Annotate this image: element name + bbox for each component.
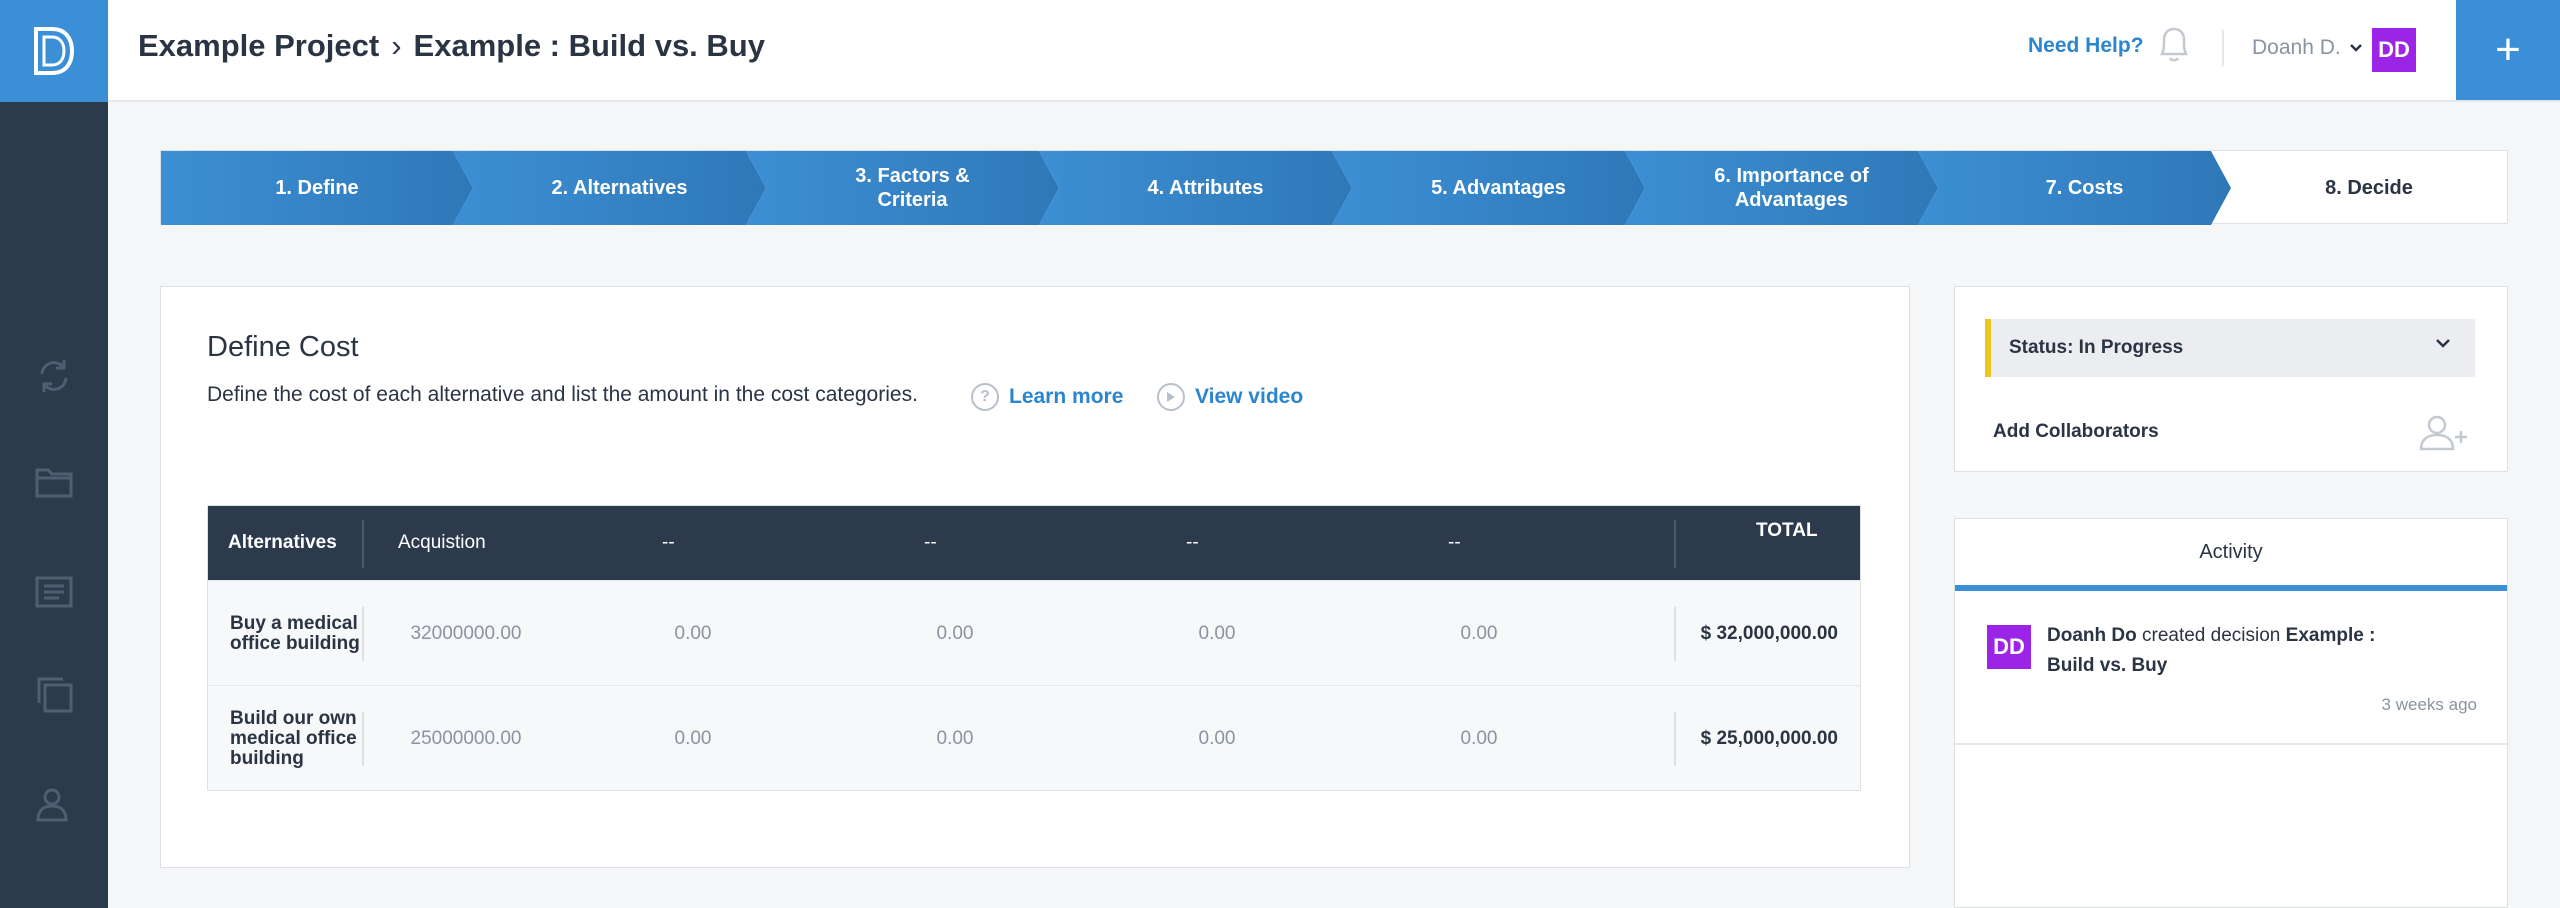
play-icon [1157,383,1185,411]
step-importance-of-advantages[interactable]: 6. Importance of Advantages [1645,151,1938,225]
define-cost-card: Define Cost Define the cost of each alte… [160,286,1910,868]
list-icon[interactable] [30,568,78,616]
cost-input[interactable]: 0.00 [628,617,758,651]
folder-icon[interactable] [30,458,78,506]
app-logo[interactable] [0,0,108,102]
col-acquisition: Acquistion [398,532,486,553]
alternative-name: Build our own medical office building [230,707,357,769]
learn-more-link[interactable]: ? Learn more [971,383,1123,411]
step-decide[interactable]: 8. Decide [2231,151,2507,225]
user-menu[interactable]: Doanh D. [2252,36,2363,60]
user-avatar[interactable]: DD [2372,28,2416,72]
cost-input[interactable]: 0.00 [628,722,758,756]
add-user-icon[interactable] [2417,413,2473,453]
header-divider [362,520,364,568]
cost-input[interactable]: 0.00 [890,722,1020,756]
header-divider [1674,520,1676,568]
cost-input[interactable]: 0.00 [1152,722,1282,756]
activity-actor: Doanh Do [2047,625,2137,646]
breadcrumb: Example Project › Example : Build vs. Bu… [138,28,765,64]
table-row: Build our own medical office building 25… [208,685,1860,790]
need-help-link[interactable]: Need Help? [2028,34,2144,58]
add-button[interactable]: + [2456,0,2560,100]
step-attributes[interactable]: 4. Attributes [1059,151,1352,225]
users-icon[interactable] [30,780,78,828]
cost-input[interactable]: 0.00 [1152,617,1282,651]
status-label: Status: In Progress [2009,337,2184,358]
step-costs[interactable]: 7. Costs [1938,151,2231,225]
cost-table: Alternatives Acquistion -- -- -- -- TOTA… [207,505,1861,791]
activity-panel: Activity DD Doanh Do created decision Ex… [1954,518,2508,908]
col-cost-5: -- [1448,532,1461,553]
cost-input[interactable]: 32000000.00 [408,617,524,651]
chevron-down-icon [2436,339,2450,348]
header-divider [2222,30,2224,66]
col-cost-2: -- [662,532,675,553]
learn-more-label: Learn more [1009,385,1124,408]
activity-avatar: DD [1987,625,2031,669]
activity-entry: Doanh Do created decision Example : Buil… [2047,621,2427,681]
copy-icon[interactable] [30,670,78,718]
step-alternatives[interactable]: 2. Alternatives [473,151,766,225]
cost-input[interactable]: 0.00 [1414,617,1544,651]
alternative-name: Buy a medical office building [230,612,360,654]
col-cost-3: -- [924,532,937,553]
status-dropdown[interactable]: Status: In Progress [1985,319,2475,377]
row-total: $ 25,000,000.00 [1700,727,1838,749]
add-collaborators-link[interactable]: Add Collaborators [1993,421,2159,443]
user-name: Doanh D. [2252,36,2341,59]
table-row: Buy a medical office building 32000000.0… [208,580,1860,685]
breadcrumb-project[interactable]: Example Project [138,28,379,64]
table-header: Alternatives Acquistion -- -- -- -- TOTA… [208,506,1860,580]
card-description: Define the cost of each alternative and … [207,383,918,406]
row-total: $ 32,000,000.00 [1700,622,1838,644]
cell-divider [1674,712,1676,766]
cost-input[interactable]: 0.00 [890,617,1020,651]
sync-icon[interactable] [30,352,78,400]
cost-input[interactable]: 0.00 [1414,722,1544,756]
cost-input[interactable]: 25000000.00 [408,722,524,756]
view-video-link[interactable]: View video [1157,383,1303,411]
cell-divider [1674,607,1676,661]
step-factors-criteria[interactable]: 3. Factors & Criteria [766,151,1059,225]
breadcrumb-separator: › [391,28,402,63]
logo-d-icon [34,27,75,75]
tab-activity[interactable]: Activity [1955,519,2507,591]
col-total: TOTAL [1756,520,1818,541]
status-panel: Status: In Progress Add Collaborators [1954,286,2508,472]
bell-icon[interactable] [2154,22,2194,66]
view-video-label: View video [1195,385,1304,408]
cell-divider [362,607,364,661]
step-advantages[interactable]: 5. Advantages [1352,151,1645,225]
col-alternatives: Alternatives [228,532,337,553]
breadcrumb-decision: Example : Build vs. Buy [413,28,765,63]
chevron-down-icon [2349,44,2362,52]
step-progress: 1. Define 2. Alternatives 3. Factors & C… [160,150,2508,225]
activity-action: created decision [2142,625,2281,646]
card-title: Define Cost [207,331,359,363]
activity-divider [1955,743,2507,745]
col-cost-4: -- [1186,532,1199,553]
help-circle-icon: ? [971,383,999,411]
step-define[interactable]: 1. Define [161,151,473,225]
cell-divider [362,712,364,766]
activity-time: 3 weeks ago [2381,695,2477,714]
top-bar: Example Project › Example : Build vs. Bu… [108,0,2560,102]
left-rail [0,0,108,908]
